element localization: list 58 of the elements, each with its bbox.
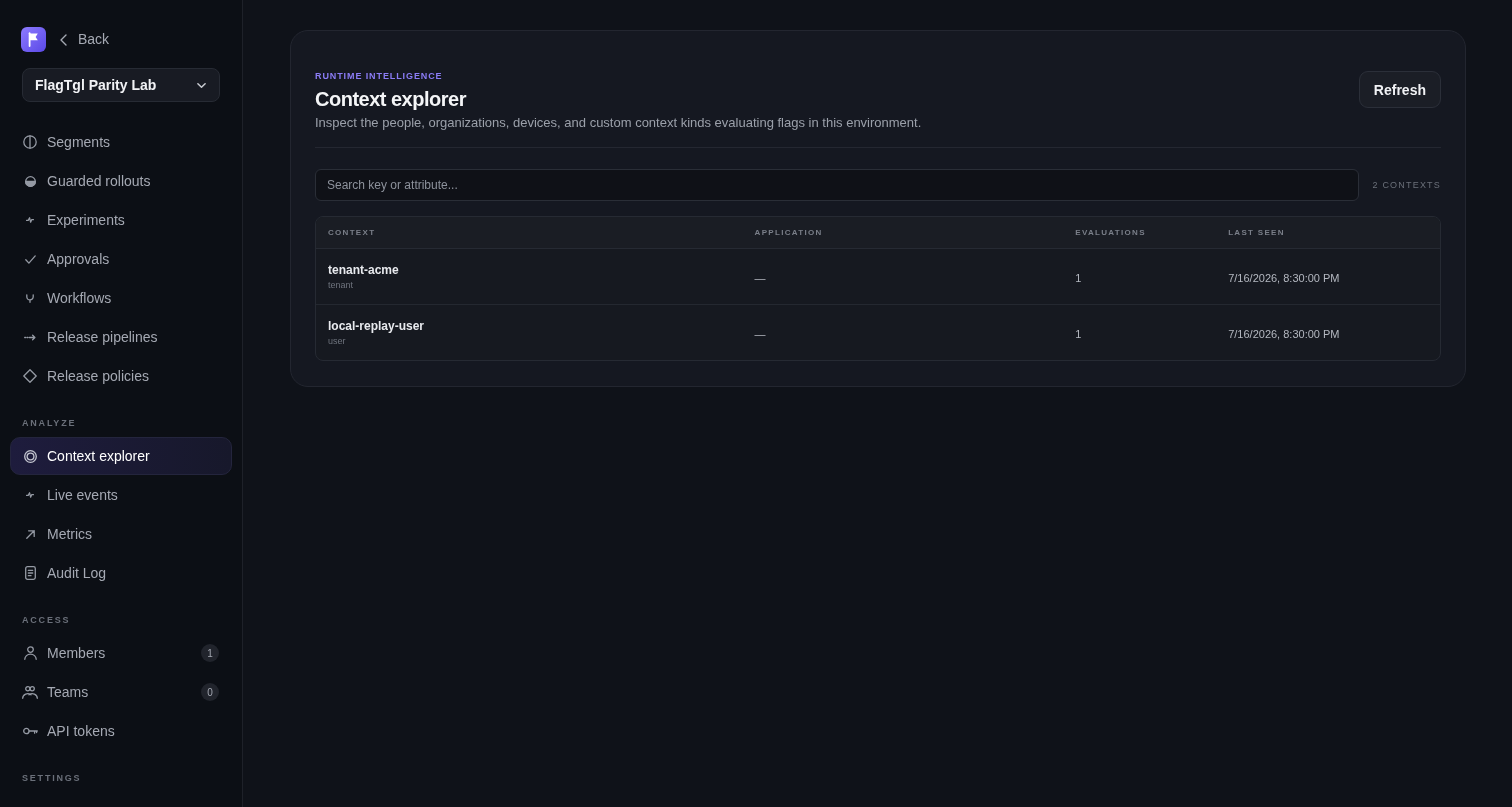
- concentric-circles-icon: [23, 449, 37, 463]
- person-icon: [23, 646, 37, 660]
- back-link[interactable]: Back: [60, 31, 110, 48]
- key-icon: [22, 727, 38, 735]
- table-cell: 1: [1075, 327, 1082, 340]
- half-filled-circle-icon: [24, 175, 36, 187]
- search-field[interactable]: Search key or attribute...: [315, 169, 1360, 201]
- workspace-select[interactable]: FlagTgl Parity Lab: [22, 68, 220, 102]
- document-icon: [24, 566, 36, 580]
- nav-item[interactable]: Approvals: [10, 240, 232, 278]
- section-heading: ANALYZE: [21, 417, 78, 430]
- fork-icon: [26, 293, 34, 303]
- chevron-down-icon: [197, 82, 206, 88]
- nav-item[interactable]: Metrics: [10, 515, 232, 553]
- context-count: 2 CONTEXTS: [1372, 180, 1441, 190]
- people-icon: [22, 685, 38, 699]
- nav-item[interactable]: Members 1: [10, 634, 232, 672]
- nav-item[interactable]: Experiments: [10, 201, 232, 239]
- flag-logo-icon: [21, 27, 46, 52]
- context-kind: user: [328, 335, 347, 347]
- chevron-left-icon: [60, 33, 67, 46]
- column-header: APPLICATION: [753, 228, 824, 237]
- page-description: Inspect the people, organizations, devices, and custom context kinds evaluating flags in this environment.: [315, 115, 922, 131]
- zigzag-icon: [26, 492, 34, 498]
- column-header: EVALUATIONS: [1074, 228, 1147, 237]
- table-cell: —: [754, 327, 766, 340]
- nav-item[interactable]: Workflows: [10, 279, 232, 317]
- nav-item[interactable]: Context explorer: [10, 437, 232, 475]
- nav-item[interactable]: Audit Log: [10, 554, 232, 592]
- split-circle-icon: [23, 135, 37, 149]
- nav-item[interactable]: API tokens: [10, 712, 232, 750]
- nav-item[interactable]: Guarded rollouts: [10, 162, 232, 200]
- context-key: local-replay-user: [328, 318, 731, 333]
- section-heading: SETTINGS: [21, 772, 83, 785]
- nav-item[interactable]: Live events: [10, 476, 232, 514]
- table-cell: 7/16/2026, 8:30:00 PM: [1228, 327, 1340, 340]
- arrow-up-right-icon: [25, 529, 35, 539]
- context-key: tenant-acme: [328, 262, 731, 277]
- column-header: LAST SEEN: [1227, 228, 1286, 237]
- column-header: CONTEXT: [327, 228, 377, 237]
- eyebrow-label: RUNTIME INTELLIGENCE: [315, 71, 444, 82]
- context-kind: tenant: [328, 279, 355, 291]
- dotted-arrow-icon: [24, 333, 36, 341]
- table-cell: 1: [1075, 271, 1082, 284]
- count-badge: 1: [201, 644, 219, 662]
- table-cell: —: [754, 271, 766, 284]
- diamond-icon: [23, 369, 37, 383]
- nav-item[interactable]: Teams 0: [10, 673, 232, 711]
- count-badge: 0: [201, 683, 219, 701]
- section-heading: ACCESS: [21, 614, 72, 627]
- page-title: Context explorer: [315, 87, 468, 111]
- nav-item[interactable]: Release pipelines: [10, 318, 232, 356]
- zigzag-icon: [26, 217, 34, 223]
- nav-item[interactable]: Segments: [10, 123, 232, 161]
- refresh-button[interactable]: Refresh: [1358, 71, 1441, 108]
- table-cell: 7/16/2026, 8:30:00 PM: [1228, 271, 1340, 284]
- nav-item[interactable]: Release policies: [10, 357, 232, 395]
- check-icon: [24, 254, 36, 264]
